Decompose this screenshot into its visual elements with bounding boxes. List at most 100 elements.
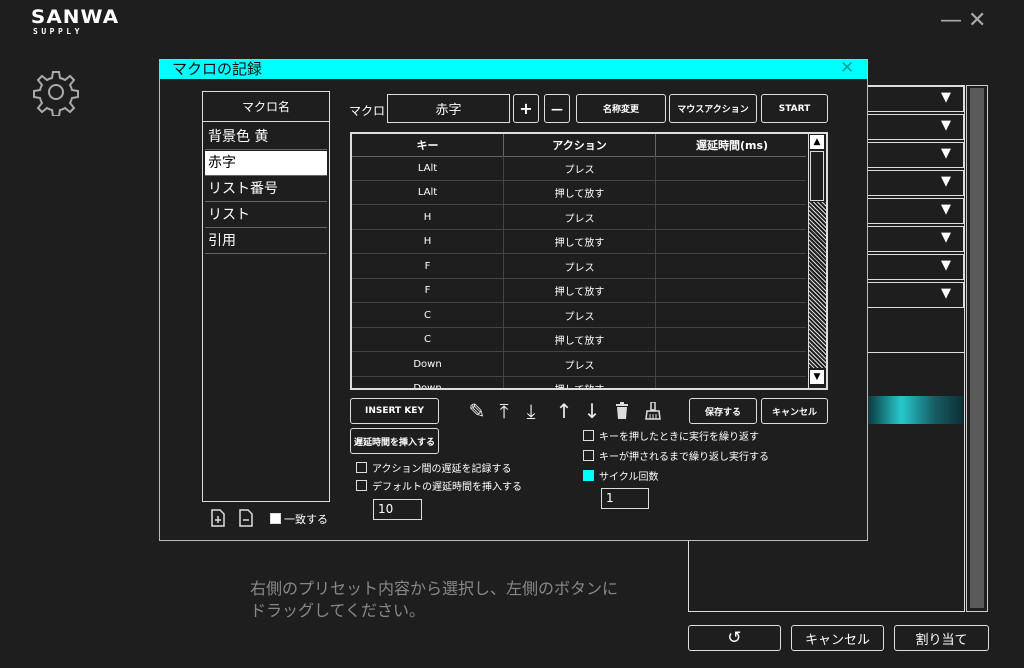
macro-label: マクロ: [349, 104, 386, 118]
insert-key-button[interactable]: INSERT KEY: [350, 398, 439, 424]
macro-action-table: キー アクション 遅延時間(ms) LAlt プレス LAlt 押して放す H プレス H 押…: [350, 132, 828, 390]
cell-key: H: [352, 229, 504, 254]
gear-icon[interactable]: [32, 68, 80, 117]
cell-delay: [656, 279, 808, 303]
cell-delay: [656, 181, 808, 205]
macro-item-selected[interactable]: 赤字: [205, 151, 327, 176]
cell-action: プレス: [504, 205, 656, 229]
preset-highlight-bar: [868, 396, 963, 424]
preset-dropdown-6[interactable]: ▼: [860, 226, 964, 252]
macro-name-input[interactable]: 赤字: [387, 94, 510, 123]
minimize-button[interactable]: —: [940, 10, 962, 32]
start-record-button[interactable]: START: [761, 94, 828, 123]
undo-button[interactable]: ↺: [688, 625, 781, 651]
table-row[interactable]: H プレス: [352, 205, 806, 230]
macro-item[interactable]: 背景色 黄: [205, 125, 327, 150]
brand-logo: SANWA SUPPLY: [30, 6, 120, 37]
table-scrollbar[interactable]: ▲ ▼: [808, 134, 826, 388]
dialog-close-button[interactable]: ✕: [840, 58, 854, 78]
record-delay-checkbox[interactable]: [356, 462, 367, 473]
cell-delay: [656, 254, 808, 278]
table-row[interactable]: H 押して放す: [352, 229, 806, 254]
default-delay-checkbox[interactable]: [356, 480, 367, 491]
logo-main-text: SANWA: [30, 6, 120, 28]
preset-dropdown-7[interactable]: ▼: [860, 254, 964, 280]
cell-delay: [656, 377, 808, 389]
delete-icon[interactable]: [610, 398, 634, 424]
table-row[interactable]: F プレス: [352, 254, 806, 279]
cell-action: プレス: [504, 352, 656, 376]
table-header: キー アクション 遅延時間(ms): [352, 134, 806, 157]
cycle-count-checkbox[interactable]: [583, 470, 594, 481]
cycle-count-input[interactable]: 1: [601, 488, 649, 509]
cell-action: 押して放す: [504, 376, 656, 388]
edit-icon[interactable]: ✎: [465, 398, 489, 424]
table-scrollbar-track[interactable]: [809, 202, 826, 368]
repeat-while-pressed-checkbox[interactable]: [583, 430, 594, 441]
cell-key: C: [352, 327, 504, 352]
clear-icon[interactable]: [641, 398, 665, 424]
preset-dropdown-5[interactable]: ▼: [860, 198, 964, 224]
move-down-icon[interactable]: ↓: [580, 398, 604, 424]
scroll-down-icon[interactable]: ▼: [810, 370, 824, 384]
macro-item[interactable]: 引用: [205, 229, 327, 254]
cell-action: 押して放す: [504, 278, 656, 303]
chevron-down-icon: ▼: [941, 230, 951, 245]
chevron-down-icon: ▼: [941, 286, 951, 301]
preset-dropdown-2[interactable]: ▼: [860, 114, 964, 140]
repeat-until-pressed-label: キーが押されるまで繰り返し実行する: [599, 452, 769, 463]
move-bottom-icon[interactable]: ⤓: [519, 398, 543, 424]
insert-delay-button[interactable]: 遅延時間を挿入する: [350, 428, 439, 454]
match-checkbox[interactable]: [270, 513, 281, 524]
bottom-cancel-button[interactable]: キャンセル: [791, 625, 884, 651]
record-delay-label: アクション間の遅延を記録する: [372, 464, 512, 475]
table-row[interactable]: F 押して放す: [352, 278, 808, 303]
add-macro-button[interactable]: +: [513, 94, 539, 123]
move-up-icon[interactable]: ↑: [552, 398, 576, 424]
cell-delay: [656, 352, 808, 376]
rename-button[interactable]: 名称変更: [576, 94, 666, 123]
chevron-down-icon: ▼: [941, 118, 951, 133]
repeat-until-pressed-checkbox[interactable]: [583, 450, 594, 461]
table-scrollbar-thumb[interactable]: [810, 151, 824, 201]
cell-delay: [656, 303, 808, 327]
chevron-down-icon: ▼: [941, 202, 951, 217]
mouse-action-button[interactable]: マウスアクション: [669, 94, 757, 123]
table-row[interactable]: LAlt プレス: [352, 156, 806, 181]
table-row[interactable]: Down押して放す: [352, 376, 808, 389]
close-button[interactable]: ✕: [968, 10, 986, 32]
save-button[interactable]: 保存する: [689, 398, 757, 424]
table-row[interactable]: Down プレス: [352, 352, 806, 377]
scroll-up-icon[interactable]: ▲: [810, 135, 824, 149]
preset-dropdown-3[interactable]: ▼: [860, 142, 964, 168]
drag-hint-line2: ドラッグしてください。: [250, 601, 426, 620]
export-file-icon[interactable]: [238, 509, 254, 527]
dialog-title: マクロの記録: [172, 60, 263, 78]
table-row[interactable]: C 押して放す: [352, 327, 806, 352]
cancel-button[interactable]: キャンセル: [761, 398, 828, 424]
dialog-titlebar[interactable]: [160, 60, 867, 79]
assign-button[interactable]: 割り当て: [894, 625, 989, 651]
cell-key: LAlt: [352, 180, 504, 205]
remove-macro-button[interactable]: —: [544, 94, 570, 123]
cell-key: C: [352, 303, 504, 327]
cell-action: 押して放す: [504, 327, 656, 352]
preset-dropdown-1[interactable]: ▼: [860, 86, 964, 112]
cell-action: プレス: [504, 254, 656, 278]
macro-item[interactable]: リスト: [205, 203, 327, 228]
preset-scrollbar-thumb[interactable]: [970, 88, 984, 608]
cell-delay: [656, 205, 808, 229]
table-row[interactable]: LAlt 押して放す: [352, 180, 808, 205]
chevron-down-icon: ▼: [941, 174, 951, 189]
macro-list-header: マクロ名: [203, 92, 329, 122]
move-top-icon[interactable]: ⤒: [492, 398, 516, 424]
default-delay-input[interactable]: 10: [373, 499, 422, 520]
col-delay: 遅延時間(ms): [695, 139, 769, 152]
col-key: キー: [352, 134, 504, 156]
default-delay-label: デフォルトの遅延時間を挿入する: [372, 482, 522, 493]
preset-dropdown-4[interactable]: ▼: [860, 170, 964, 196]
import-file-icon[interactable]: [210, 509, 226, 527]
table-row[interactable]: C プレス: [352, 303, 806, 328]
macro-item[interactable]: リスト番号: [205, 177, 327, 202]
preset-dropdown-8[interactable]: ▼: [860, 282, 964, 308]
